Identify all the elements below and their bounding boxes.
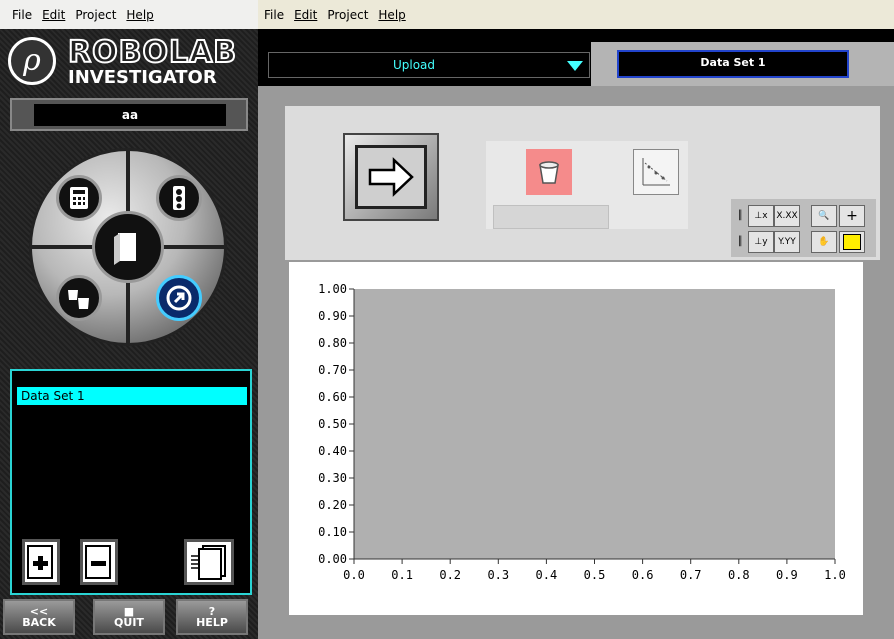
- plus-icon: [27, 545, 53, 579]
- y-tick-label: 0.20: [318, 498, 347, 512]
- x-scale-button[interactable]: ⊥x: [748, 205, 774, 227]
- rcx-brick-button[interactable]: [156, 175, 202, 221]
- menu-edit[interactable]: Edit: [42, 8, 65, 22]
- calculator-icon: [70, 187, 88, 209]
- x-format-button[interactable]: X.XX: [774, 205, 800, 227]
- toolbar-area: ║ ⊥x X.XX ║ ⊥y Y.YY 🔍 + ✋: [285, 106, 880, 260]
- menu-file[interactable]: File: [264, 8, 284, 22]
- run-button-face: [355, 145, 427, 209]
- buckets-button[interactable]: [56, 275, 102, 321]
- stacked-pages-icon: [191, 545, 226, 580]
- left-panel: ρ ROBOLAB INVESTIGATOR aa Data Set 1 << …: [0, 29, 258, 639]
- back-label: BACK: [22, 616, 56, 629]
- y-tick-label: 0.90: [318, 309, 347, 323]
- main-workspace: ║ ⊥x X.XX ║ ⊥y Y.YY 🔍 + ✋ 1.00 0.90 0.80 0.…: [258, 86, 894, 639]
- y-tick-label: 0.80: [318, 336, 347, 350]
- run-button[interactable]: [343, 133, 439, 221]
- y-tick-label: 0.60: [318, 390, 347, 404]
- crosshair-icon[interactable]: +: [839, 205, 865, 227]
- graph-palette: ║ ⊥x X.XX ║ ⊥y Y.YY 🔍 + ✋: [731, 199, 876, 257]
- menu-edit[interactable]: Edit: [294, 8, 317, 22]
- x-tick-label: 0.5: [584, 568, 606, 582]
- menu-file[interactable]: File: [12, 8, 32, 22]
- curve-fit-button[interactable]: [633, 149, 679, 195]
- y-tick-label: 0.50: [318, 417, 347, 431]
- x-tick-label: 0.0: [343, 568, 365, 582]
- x-tick-label: 0.8: [728, 568, 750, 582]
- curve-fit-icon: [642, 158, 670, 186]
- back-button[interactable]: << BACK: [3, 599, 75, 635]
- rcx-brick-icon: [173, 186, 185, 210]
- data-set-item[interactable]: Data Set 1: [17, 387, 247, 405]
- add-data-set-button[interactable]: [22, 539, 60, 585]
- zoom-icon[interactable]: 🔍: [811, 205, 837, 227]
- tab-label: Data Set 1: [617, 50, 849, 78]
- menu-help[interactable]: Help: [126, 8, 153, 22]
- quit-label: QUIT: [114, 616, 144, 629]
- data-set-list[interactable]: Data Set 1: [10, 369, 252, 595]
- logo-symbol: ρ: [8, 37, 56, 85]
- help-label: HELP: [196, 616, 228, 629]
- upload-program-button[interactable]: [156, 275, 202, 321]
- right-arrow-icon: [368, 157, 414, 197]
- dropdown-arrow-icon[interactable]: [565, 55, 585, 75]
- robolab-logo: ρ ROBOLAB INVESTIGATOR: [4, 31, 254, 95]
- grip-icon: ║: [734, 205, 746, 227]
- right-panel: Upload Data Set 1 ║ ⊥x X.XX ║ ⊥y Y.YY 🔍 …: [258, 29, 894, 639]
- help-button[interactable]: ? HELP: [176, 599, 248, 635]
- x-tick-label: 0.3: [487, 568, 509, 582]
- logo-investigator-text: INVESTIGATOR: [68, 67, 217, 88]
- menu-help[interactable]: Help: [378, 8, 405, 22]
- notebook-icon: [114, 233, 136, 265]
- y-tick-label: 0.10: [318, 525, 347, 539]
- x-tick-label: 0.1: [391, 568, 413, 582]
- y-format-button[interactable]: Y.YY: [774, 231, 800, 253]
- y-scale-button[interactable]: ⊥y: [748, 231, 774, 253]
- upload-arrow-icon: [166, 285, 192, 311]
- name-field-frame: aa: [10, 98, 248, 131]
- y-tick-label: 0.30: [318, 471, 347, 485]
- name-field[interactable]: aa: [34, 104, 226, 126]
- buckets-icon: [68, 290, 89, 309]
- plot-area: [354, 289, 835, 559]
- y-tick-label: 0.70: [318, 363, 347, 377]
- right-menu-bar: File Edit Project Help: [258, 0, 894, 29]
- y-tick-label: 0.40: [318, 444, 347, 458]
- bucket-icon: [539, 161, 559, 184]
- data-set-tab[interactable]: Data Set 1: [591, 42, 894, 86]
- remove-data-set-button[interactable]: [80, 539, 118, 585]
- upload-select-value: Upload: [392, 58, 436, 72]
- menu-project[interactable]: Project: [327, 8, 368, 22]
- y-tick-label: 1.00: [318, 282, 347, 296]
- yellow-swatch: [843, 234, 861, 250]
- navigation-wheel: [29, 148, 227, 346]
- pan-hand-icon[interactable]: ✋: [811, 231, 837, 253]
- quit-button[interactable]: ■ QUIT: [93, 599, 165, 635]
- x-tick-label: 0.9: [776, 568, 798, 582]
- copy-data-set-button[interactable]: [184, 539, 234, 585]
- x-tick-label: 0.6: [632, 568, 654, 582]
- menu-project[interactable]: Project: [75, 8, 116, 22]
- upload-select[interactable]: Upload: [268, 52, 590, 78]
- x-tick-label: 0.2: [439, 568, 461, 582]
- y-tick-label: 0.00: [318, 552, 347, 566]
- logo-robolab-text: ROBOLAB: [67, 34, 238, 71]
- left-menu-bar: File Edit Project Help: [0, 0, 258, 29]
- x-tick-label: 0.7: [680, 568, 702, 582]
- x-tick-label: 0.4: [536, 568, 558, 582]
- minus-icon: [85, 545, 111, 579]
- cursor-color-button[interactable]: [839, 231, 865, 253]
- graph-plot[interactable]: 1.000.900.800.700.600.500.400.300.200.10…: [289, 262, 863, 615]
- calculator-button[interactable]: [56, 175, 102, 221]
- bucket-name-field[interactable]: [493, 205, 609, 229]
- bucket-button[interactable]: [526, 149, 572, 195]
- analysis-tool-group: [486, 141, 688, 229]
- x-tick-label: 1.0: [824, 568, 846, 582]
- grip-icon: ║: [734, 231, 746, 253]
- graph-panel: 1.00 0.90 0.80 0.70 0.60 0.50 0.40 0.30 0.20 0.10…: [289, 262, 863, 615]
- notebook-button[interactable]: [92, 211, 164, 283]
